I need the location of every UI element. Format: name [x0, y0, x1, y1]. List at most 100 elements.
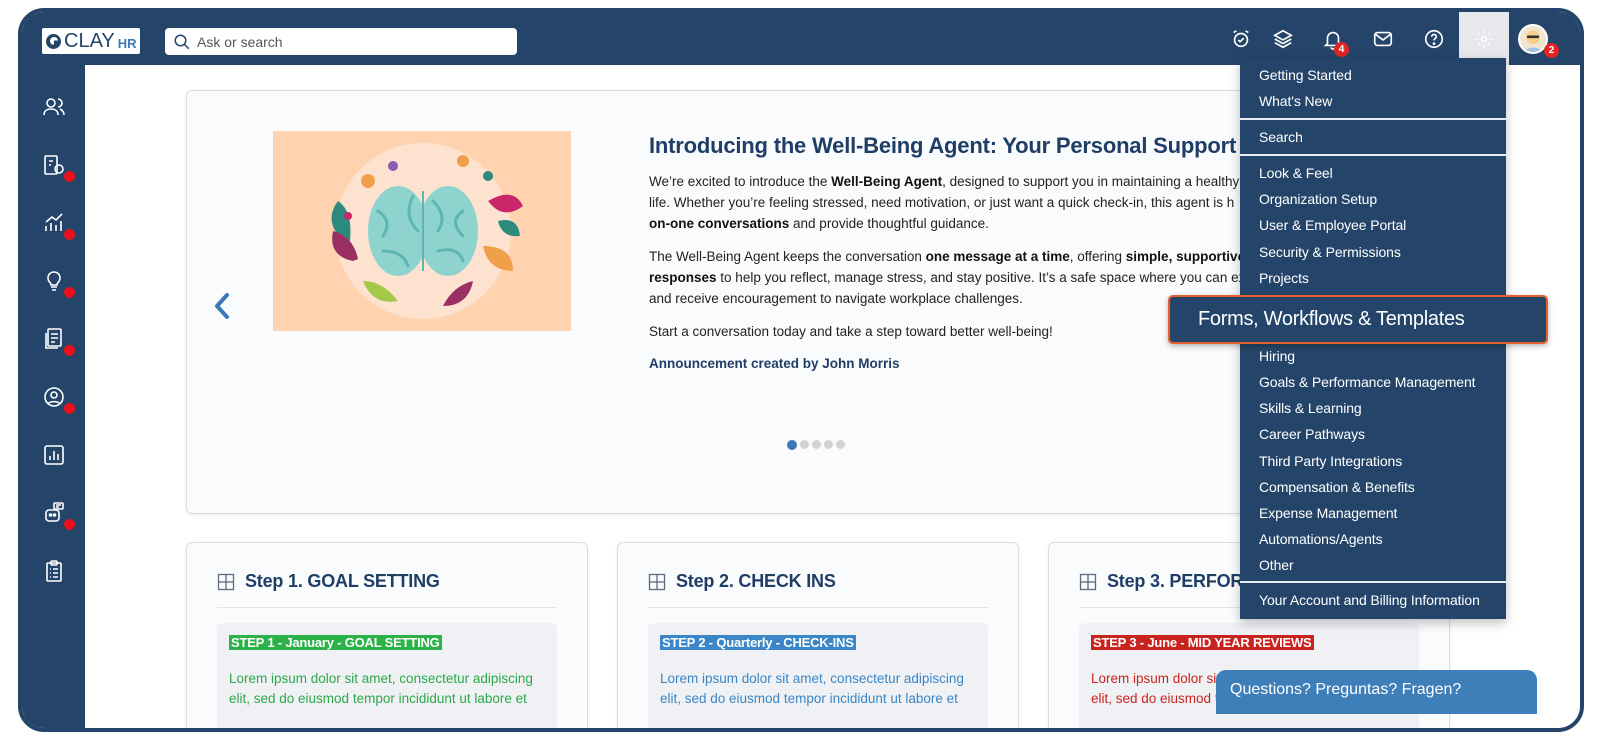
clayhr-logo[interactable]: CLAY HR — [42, 28, 140, 54]
sidebar-item-profile[interactable] — [40, 383, 75, 414]
logo-mark-icon — [46, 33, 61, 49]
sidebar-item-ideas[interactable] — [40, 267, 75, 298]
menu-item-forms-workflows-templates[interactable]: Forms, Workflows & Templates — [1168, 295, 1548, 344]
step-tag-label: STEP 1 - January - GOAL SETTING — [229, 635, 442, 650]
menu-separator — [1240, 581, 1506, 583]
notification-count-badge: 4 — [1334, 42, 1349, 57]
menu-item-career-pathways[interactable]: Career Pathways — [1259, 426, 1365, 442]
menu-item-getting-started[interactable]: Getting Started — [1259, 67, 1352, 83]
alarm-clock-icon — [1233, 30, 1249, 48]
menu-item-security-permissions[interactable]: Security & Permissions — [1259, 244, 1401, 260]
analytics-notification-dot — [64, 229, 75, 240]
menu-separator — [1240, 154, 1506, 156]
layers-icon — [1273, 29, 1293, 49]
carousel-prev-arrow-icon[interactable] — [209, 291, 235, 321]
sidebar-item-payroll[interactable] — [40, 151, 75, 182]
logo-suffix: HR — [117, 36, 137, 51]
notifications-button[interactable]: 4 — [1320, 26, 1349, 57]
user-circle-icon — [44, 387, 64, 407]
announcement-carousel: Introducing the Well-Being Agent: Your P… — [186, 90, 1276, 514]
ideas-notification-dot — [64, 287, 75, 298]
menu-item-projects[interactable]: Projects — [1259, 270, 1309, 286]
help-button[interactable] — [1421, 26, 1447, 52]
documents-icon — [45, 328, 62, 349]
payroll-icon — [44, 155, 64, 175]
sidebar-item-checklist[interactable] — [40, 557, 68, 585]
search-input[interactable] — [197, 33, 497, 50]
step-description: Lorem ipsum dolor sit amet, consectetur … — [229, 671, 533, 706]
step-tag-label: STEP 2 - Quarterly - CHECK-INS — [660, 635, 856, 650]
step-card-title: Step 3. PERFOR — [1107, 571, 1244, 591]
menu-item-user-employee-portal[interactable]: User & Employee Portal — [1259, 217, 1406, 233]
report-chart-icon — [44, 445, 64, 465]
search-box[interactable] — [165, 28, 517, 55]
divider — [648, 607, 988, 608]
menu-item-automations-agents[interactable]: Automations/Agents — [1259, 531, 1383, 547]
menu-item-hiring[interactable]: Hiring — [1259, 348, 1295, 364]
robot-icon — [45, 502, 64, 522]
gear-icon — [1475, 30, 1493, 47]
search-icon — [174, 34, 190, 49]
left-sidebar — [22, 65, 85, 728]
menu-item-skills-learning[interactable]: Skills & Learning — [1259, 400, 1362, 416]
help-circle-icon — [1424, 29, 1444, 49]
carousel-dot[interactable] — [812, 440, 821, 449]
brain-illustration-graphic — [273, 131, 571, 331]
menu-item-compensation-benefits[interactable]: Compensation & Benefits — [1259, 479, 1415, 495]
menu-item-whats-new[interactable]: What's New — [1259, 93, 1332, 109]
chat-support-button[interactable]: Questions? Preguntas? Fragen? — [1216, 670, 1537, 714]
alarm-clock-button[interactable] — [1228, 26, 1254, 52]
carousel-dot[interactable] — [836, 440, 845, 449]
payroll-notification-dot — [64, 171, 75, 182]
sidebar-item-agents[interactable] — [40, 499, 75, 530]
grid-icon — [217, 573, 235, 590]
menu-separator — [1240, 118, 1506, 120]
carousel-dots — [787, 439, 845, 450]
carousel-dot[interactable] — [800, 440, 809, 449]
sidebar-item-analytics[interactable] — [40, 209, 75, 240]
agents-notification-dot — [64, 519, 75, 530]
grid-icon — [1079, 573, 1097, 590]
step-card-title: Step 2. CHECK INS — [676, 571, 836, 591]
announcement-author: Announcement created by John Morris — [649, 356, 900, 371]
profile-notification-dot — [64, 403, 75, 414]
carousel-dot[interactable] — [787, 439, 797, 450]
messages-button[interactable] — [1370, 26, 1396, 52]
people-icon — [43, 98, 65, 116]
menu-item-look-and-feel[interactable]: Look & Feel — [1259, 165, 1333, 181]
logo-text: CLAY — [64, 29, 115, 52]
mail-icon — [1373, 31, 1393, 47]
avatar-face-icon — [1524, 30, 1542, 52]
announcement-title: Introducing the Well-Being Agent: Your P… — [649, 133, 1276, 158]
step-card-header: Step 3. PERFOR — [1079, 571, 1243, 592]
menu-item-organization-setup[interactable]: Organization Setup — [1259, 191, 1377, 207]
step-card-check-ins: Step 2. CHECK INS STEP 2 - Quarterly - C… — [617, 542, 1019, 728]
grid-icon — [648, 573, 666, 590]
announcement-paragraph-1: We’re excited to introduce the Well-Bein… — [649, 174, 1240, 231]
menu-item-search[interactable]: Search — [1259, 129, 1303, 145]
divider — [217, 607, 557, 608]
well-being-brain-illustration — [273, 131, 571, 331]
step-card-header: Step 2. CHECK INS — [648, 571, 836, 592]
lightbulb-icon — [47, 271, 61, 291]
menu-item-third-party-integrations[interactable]: Third Party Integrations — [1259, 453, 1402, 469]
step-card-title: Step 1. GOAL SETTING — [245, 571, 440, 591]
step-card-body: STEP 2 - Quarterly - CHECK-INS Lorem ips… — [648, 623, 988, 728]
sidebar-item-people[interactable] — [40, 93, 68, 121]
sidebar-item-documents[interactable] — [40, 325, 75, 356]
menu-item-other[interactable]: Other — [1259, 557, 1294, 573]
menu-item-expense-management[interactable]: Expense Management — [1259, 505, 1397, 521]
avatar-count-badge: 2 — [1544, 43, 1559, 58]
step-card-header: Step 1. GOAL SETTING — [217, 571, 440, 592]
layers-button[interactable] — [1270, 26, 1296, 52]
documents-notification-dot — [64, 345, 75, 356]
step-description: Lorem ipsum dolor sit amet, consectetur … — [660, 671, 964, 706]
carousel-dot[interactable] — [824, 440, 833, 449]
clipboard-checklist-icon — [46, 560, 62, 582]
step-tag-label: STEP 3 - June - MID YEAR REVIEWS — [1091, 635, 1314, 650]
menu-item-account-billing[interactable]: Your Account and Billing Information — [1259, 592, 1480, 608]
step-card-body: STEP 1 - January - GOAL SETTING Lorem ip… — [217, 623, 557, 728]
sidebar-item-reports[interactable] — [40, 441, 68, 469]
menu-item-goals-performance[interactable]: Goals & Performance Management — [1259, 374, 1476, 390]
bar-growth-icon — [45, 213, 63, 231]
